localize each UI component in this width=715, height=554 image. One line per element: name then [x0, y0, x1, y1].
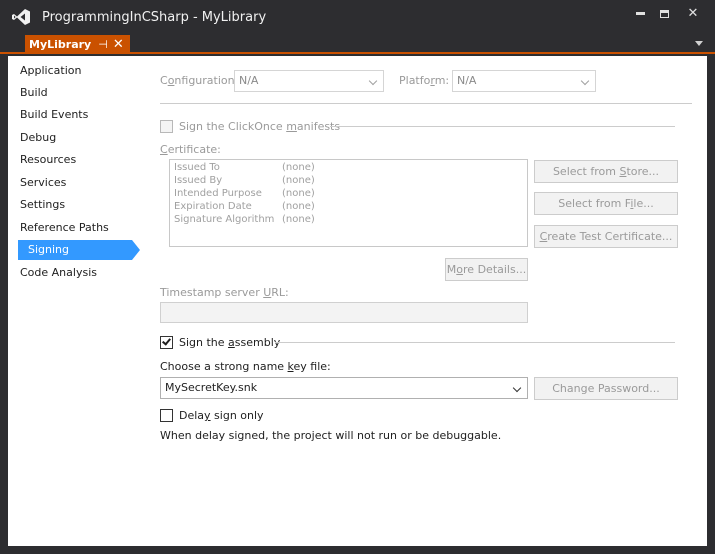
checkmark-icon [162, 336, 171, 346]
delay-sign-checkbox[interactable] [160, 409, 173, 422]
tab-overflow-chevron-icon[interactable] [695, 41, 703, 46]
certificate-label: Certificate: [160, 143, 221, 156]
cert-expiration-date-label: Expiration Date [174, 201, 252, 212]
title-bar: ProgrammingInCSharp - MyLibrary ✕ [0, 0, 715, 34]
more-details-button[interactable]: More Details... [445, 258, 528, 281]
cert-expiration-date-value: (none) [282, 201, 315, 212]
pin-icon[interactable]: ⊣ [98, 35, 108, 54]
timestamp-url-input[interactable] [160, 302, 528, 323]
nav-item-code-analysis[interactable]: Code Analysis [20, 263, 97, 283]
configuration-label: Configuration: [160, 74, 239, 87]
assembly-divider [275, 342, 675, 343]
sign-clickonce-label: Sign the ClickOnce manifests [179, 120, 341, 133]
tab-close-icon[interactable]: ✕ [113, 35, 124, 54]
delay-sign-note: When delay signed, the project will not … [160, 429, 502, 442]
clickonce-divider [330, 126, 675, 127]
properties-nav: Application Build Build Events Debug Res… [8, 56, 140, 546]
key-file-value: MySecretKey.snk [165, 381, 258, 394]
configuration-select[interactable]: N/A [234, 70, 384, 92]
nav-item-resources[interactable]: Resources [20, 150, 76, 170]
chevron-down-icon [580, 76, 590, 86]
nav-item-application[interactable]: Application [20, 61, 81, 81]
maximize-icon [659, 9, 669, 18]
project-properties-panel: Application Build Build Events Debug Res… [8, 56, 707, 546]
nav-item-services[interactable]: Services [20, 173, 66, 193]
close-window-button[interactable]: ✕ [680, 4, 706, 24]
maximize-button[interactable] [651, 4, 677, 24]
cert-issued-to-label: Issued To [174, 162, 220, 173]
cert-intended-purpose-label: Intended Purpose [174, 188, 262, 199]
close-icon: ✕ [687, 6, 699, 21]
sign-clickonce-checkbox[interactable] [160, 120, 173, 133]
ide-window: ProgrammingInCSharp - MyLibrary ✕ MyLibr… [0, 0, 715, 554]
config-divider [160, 103, 692, 104]
cert-signature-algorithm-label: Signature Algorithm [174, 214, 275, 225]
nav-item-build[interactable]: Build [20, 83, 48, 103]
minimize-icon [635, 12, 645, 15]
key-file-select[interactable]: MySecretKey.snk [160, 377, 528, 399]
create-test-certificate-button[interactable]: Create Test Certificate... [534, 225, 678, 248]
window-title: ProgrammingInCSharp - MyLibrary [42, 10, 267, 25]
select-from-store-button[interactable]: Select from Store... [534, 160, 678, 183]
sign-assembly-checkbox[interactable] [160, 336, 173, 349]
timestamp-url-label: Timestamp server URL: [160, 286, 289, 299]
nav-item-settings[interactable]: Settings [20, 195, 65, 215]
cert-intended-purpose-value: (none) [282, 188, 315, 199]
delay-sign-label: Delay sign only [179, 409, 264, 422]
configuration-value: N/A [239, 74, 259, 87]
tab-label: MyLibrary [29, 38, 92, 51]
document-tab-strip: MyLibrary ⊣ ✕ [0, 34, 715, 54]
nav-item-signing[interactable]: Signing [18, 240, 140, 260]
nav-item-debug[interactable]: Debug [20, 128, 56, 148]
cert-issued-by-value: (none) [282, 175, 315, 186]
sign-assembly-label: Sign the assembly [179, 336, 281, 349]
change-password-button[interactable]: Change Password... [534, 377, 678, 400]
visual-studio-logo-icon [12, 9, 30, 25]
chevron-down-icon [368, 76, 378, 86]
select-from-file-button[interactable]: Select from File... [534, 192, 678, 215]
tab-mylibrary[interactable]: MyLibrary ⊣ ✕ [25, 35, 130, 54]
nav-item-build-events[interactable]: Build Events [20, 105, 88, 125]
platform-label: Platform: [399, 74, 450, 87]
platform-value: N/A [457, 74, 477, 87]
minimize-button[interactable] [627, 4, 653, 24]
certificate-details-box: Issued To (none) Issued By (none) Intend… [169, 159, 528, 247]
chevron-down-icon [512, 383, 522, 393]
cert-issued-to-value: (none) [282, 162, 315, 173]
cert-signature-algorithm-value: (none) [282, 214, 315, 225]
nav-item-reference-paths[interactable]: Reference Paths [20, 218, 109, 238]
cert-issued-by-label: Issued By [174, 175, 223, 186]
key-file-label: Choose a strong name key file: [160, 360, 331, 373]
platform-select[interactable]: N/A [452, 70, 596, 92]
